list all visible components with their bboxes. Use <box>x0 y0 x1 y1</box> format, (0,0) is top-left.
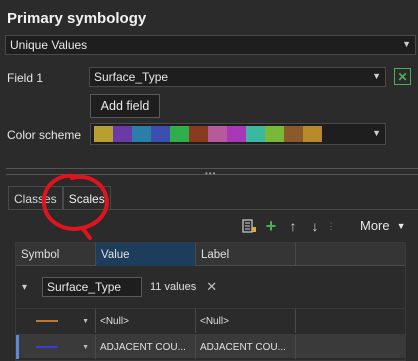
properties-icon[interactable] <box>238 216 260 236</box>
line-symbol <box>36 320 58 322</box>
grid-header: Symbol Value Label <box>16 243 405 266</box>
symbology-type-dropdown[interactable]: Unique Values ▼ <box>5 35 416 55</box>
field-1-label: Field 1 <box>7 71 44 85</box>
chevron-down-icon: ▼ <box>82 343 89 351</box>
color-swatch <box>208 126 227 142</box>
label-cell[interactable]: ADJACENT COU... <box>196 335 296 359</box>
row-selection-marker <box>16 335 19 359</box>
label-cell[interactable]: <Null> <box>196 309 296 333</box>
more-menu[interactable]: More ▼ <box>360 218 406 233</box>
field-1-dropdown[interactable]: Surface_Type ▼ <box>89 67 386 87</box>
chevron-down-icon: ▼ <box>402 39 411 49</box>
field-1-value: Surface_Type <box>94 70 169 84</box>
chevron-down-icon: ▼ <box>372 71 381 81</box>
tab-underline <box>8 209 418 210</box>
group-field-input[interactable]: Surface_Type <box>42 277 142 297</box>
move-down-icon[interactable]: ↓ <box>304 216 326 236</box>
tab-strip: Classes Scales <box>8 186 111 210</box>
color-swatch <box>151 126 170 142</box>
color-swatch <box>132 126 151 142</box>
collapse-chevron-icon[interactable]: ▾ <box>22 282 36 293</box>
color-ramp <box>94 126 322 142</box>
move-up-icon[interactable]: ↑ <box>282 216 304 236</box>
table-row[interactable]: ▼ ADJACENT COU... ADJACENT COU... <box>16 334 405 359</box>
color-swatch <box>265 126 284 142</box>
chevron-down-icon: ▼ <box>372 128 381 138</box>
group-value-count: 11 values <box>150 281 197 293</box>
color-swatch <box>246 126 265 142</box>
table-row[interactable]: ▼ <Null> <Null> <box>16 308 405 333</box>
tab-classes[interactable]: Classes <box>8 186 63 210</box>
more-label: More <box>360 218 390 233</box>
chevron-down-icon: ▼ <box>82 317 89 325</box>
color-swatch <box>303 126 322 142</box>
symbol-cell[interactable]: ▼ <box>16 335 96 359</box>
color-swatch <box>284 126 303 142</box>
add-field-button[interactable]: Add field <box>90 94 160 118</box>
color-swatch <box>170 126 189 142</box>
color-scheme-label: Color scheme <box>7 128 82 142</box>
column-header-symbol[interactable]: Symbol <box>16 243 96 266</box>
validate-field-icon[interactable]: ✕ <box>394 68 411 85</box>
chevron-down-icon: ▼ <box>396 220 406 231</box>
symbology-type-value: Unique Values <box>10 38 88 52</box>
line-symbol <box>36 346 58 348</box>
close-icon[interactable]: ✕ <box>206 279 217 295</box>
column-header-label[interactable]: Label <box>196 243 296 266</box>
color-swatch <box>227 126 246 142</box>
symbol-cell[interactable]: ▼ <box>16 309 96 333</box>
color-swatch <box>189 126 208 142</box>
value-cell[interactable]: ADJACENT COU... <box>96 335 196 359</box>
grip-icon: ••• <box>205 169 217 178</box>
color-swatch <box>94 126 113 142</box>
tab-scales[interactable]: Scales <box>62 186 111 210</box>
add-icon[interactable]: + <box>260 216 282 236</box>
overflow-icon[interactable]: ⋮ <box>326 216 336 236</box>
color-scheme-dropdown[interactable]: ▼ <box>90 123 386 145</box>
grid-toolbar: + ↑ ↓ ⋮ <box>238 216 336 236</box>
value-cell[interactable]: <Null> <box>96 309 196 333</box>
color-swatch <box>113 126 132 142</box>
column-header-value[interactable]: Value <box>96 243 196 266</box>
classes-grid: Symbol Value Label ▾ Surface_Type 11 val… <box>15 242 406 361</box>
group-header-row: ▾ Surface_Type 11 values ✕ <box>16 275 405 299</box>
pane-title: Primary symbology <box>7 10 147 27</box>
